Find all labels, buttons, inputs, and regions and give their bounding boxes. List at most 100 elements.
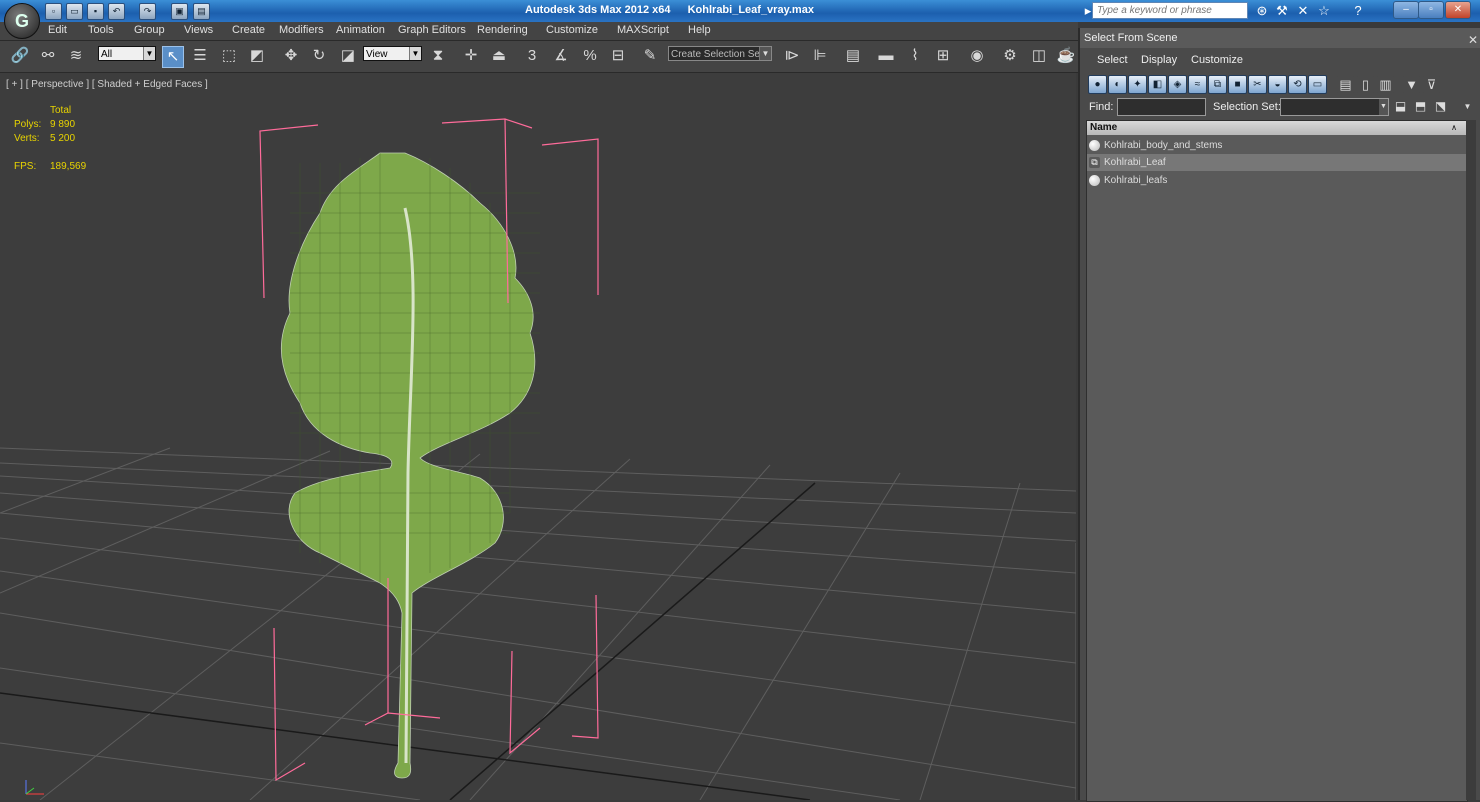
name-column-header[interactable]: Name ∧ (1087, 121, 1467, 135)
graphite-ribbon-icon[interactable]: ▬ (876, 46, 896, 66)
menu-tools[interactable]: Tools (88, 24, 114, 36)
undo-icon[interactable]: ↶ (108, 3, 125, 20)
menu-help[interactable]: Help (688, 24, 711, 36)
scene-object-list[interactable]: Name ∧ Kohlrabi_body_and_stems ⧉ Kohlrab… (1086, 120, 1468, 802)
menu-maxscript[interactable]: MAXScript (617, 24, 669, 36)
menu-animation[interactable]: Animation (336, 24, 385, 36)
rectangular-selection-icon[interactable]: ⬚ (219, 46, 239, 66)
pivot-center-icon[interactable]: ⧗ (428, 46, 448, 66)
display-hidden-icon[interactable]: ▭ (1308, 75, 1327, 94)
display-xrefs-icon[interactable]: ■ (1228, 75, 1247, 94)
display-none-icon[interactable]: ▯ (1356, 75, 1375, 94)
material-editor-icon[interactable]: ◉ (967, 46, 987, 66)
new-icon[interactable]: ▫ (45, 3, 62, 20)
list-item[interactable]: ⧉ Kohlrabi_Leaf (1087, 154, 1467, 171)
display-shapes-icon[interactable]: ◐ (1108, 75, 1127, 94)
display-groups-icon[interactable]: ⧉ (1208, 75, 1227, 94)
menu-create[interactable]: Create (232, 24, 265, 36)
list-item[interactable]: Kohlrabi_leafs (1087, 172, 1467, 189)
save-icon[interactable]: ▪ (87, 3, 104, 20)
redo-icon[interactable]: ↷ (139, 3, 156, 20)
display-cameras-icon[interactable]: ◧ (1148, 75, 1167, 94)
select-none-icon[interactable]: ⬒ (1413, 99, 1428, 114)
subscription-icon[interactable]: ⚒ (1274, 3, 1290, 19)
options-arrow-icon[interactable]: ▼ (1460, 99, 1475, 114)
rotate-icon[interactable]: ↻ (309, 46, 329, 66)
window-crossing-icon[interactable]: ◩ (247, 46, 267, 66)
app-logo-icon[interactable]: G (4, 3, 40, 39)
selection-set-dropdown[interactable]: ▼ (1280, 98, 1389, 116)
find-input[interactable] (1117, 98, 1206, 116)
display-lights-icon[interactable]: ✦ (1128, 75, 1147, 94)
display-containers-icon[interactable]: ◒ (1268, 75, 1287, 94)
maximize-button[interactable]: ▫ (1418, 1, 1444, 19)
selection-filter-dropdown[interactable]: All ▼ (98, 46, 156, 61)
help-search-input[interactable]: Type a keyword or phrase (1092, 2, 1248, 19)
select-all-icon[interactable]: ⬓ (1393, 99, 1408, 114)
select-by-name-icon[interactable]: ☰ (190, 46, 210, 66)
menu-rendering[interactable]: Rendering (477, 24, 528, 36)
display-geometry-icon[interactable]: ● (1088, 75, 1107, 94)
curve-editor-icon[interactable]: ⌇ (905, 46, 925, 66)
communication-icon[interactable]: ✕ (1295, 3, 1311, 19)
snaps-toggle-icon[interactable]: 3 (522, 46, 542, 66)
display-space-warps-icon[interactable]: ≈ (1188, 75, 1207, 94)
move-icon[interactable]: ✥ (281, 46, 301, 66)
menu-graph-editors[interactable]: Graph Editors (398, 24, 466, 36)
dialog-menu-select[interactable]: Select (1097, 54, 1128, 66)
select-object-icon[interactable]: ↖ (162, 46, 184, 68)
display-all-icon[interactable]: ▤ (1336, 75, 1355, 94)
dialog-title: Select From Scene (1084, 32, 1178, 44)
edit-named-selection-icon[interactable]: ✎ (640, 46, 660, 66)
reference-coordinate-dropdown[interactable]: View ▼ (363, 46, 422, 61)
perspective-viewport[interactable]: [ + ] [ Perspective ] [ Shaded + Edged F… (0, 73, 1076, 800)
layer-manager-icon[interactable]: ▤ (843, 46, 863, 66)
unlink-icon[interactable]: ⚯ (38, 46, 58, 66)
display-frozen-icon[interactable]: ⟲ (1288, 75, 1307, 94)
bind-space-warp-icon[interactable]: ≋ (66, 46, 86, 66)
named-selection-dropdown[interactable]: Create Selection Se ▼ (668, 46, 772, 61)
menu-group[interactable]: Group (134, 24, 165, 36)
kohlrabi-leaf-model[interactable] (280, 152, 540, 779)
spinner-snap-icon[interactable]: ⊟ (608, 46, 628, 66)
find-row: Find: Selection Set: ▼ ⬓ ⬒ ⬔ ▼ (1080, 98, 1480, 118)
mirror-icon[interactable]: ⧐ (782, 46, 802, 66)
scene-canvas[interactable] (0, 73, 1076, 800)
select-invert-icon[interactable]: ⬔ (1433, 99, 1448, 114)
display-helpers-icon[interactable]: ◈ (1168, 75, 1187, 94)
render-production-icon[interactable]: ☕ (1056, 46, 1076, 66)
render-frame-icon[interactable]: ◫ (1029, 46, 1049, 66)
menu-views[interactable]: Views (184, 24, 213, 36)
menu-customize[interactable]: Customize (546, 24, 598, 36)
schematic-view-icon[interactable]: ⊞ (933, 46, 953, 66)
render-setup-icon[interactable]: ⚙ (1000, 46, 1020, 66)
open-icon[interactable]: ▭ (66, 3, 83, 20)
list-scrollbar[interactable] (1466, 120, 1476, 800)
display-bones-icon[interactable]: ✂ (1248, 75, 1267, 94)
dialog-menu-customize[interactable]: Customize (1191, 54, 1243, 66)
filter-list-icon[interactable]: ⊽ (1422, 75, 1441, 94)
project-folder-icon[interactable]: ▣ (171, 3, 188, 20)
dialog-menu-display[interactable]: Display (1141, 54, 1177, 66)
workspace-icon[interactable]: ▤ (193, 3, 210, 20)
minimize-button[interactable]: – (1393, 1, 1419, 19)
binoculars-icon[interactable]: ⊛ (1254, 3, 1270, 19)
list-item[interactable]: Kohlrabi_body_and_stems (1087, 137, 1467, 154)
percent-snap-icon[interactable]: % (580, 46, 600, 66)
dialog-close-icon[interactable]: ✕ (1468, 30, 1478, 50)
menu-modifiers[interactable]: Modifiers (279, 24, 324, 36)
select-manipulate-icon[interactable]: ✛ (461, 46, 481, 66)
keyboard-shortcut-icon[interactable]: ⏏ (489, 46, 509, 66)
menu-edit[interactable]: Edit (48, 24, 67, 36)
scale-icon[interactable]: ◪ (338, 46, 358, 66)
angle-snap-icon[interactable]: ∡ (551, 46, 571, 66)
filter-icon[interactable]: ▼ (1402, 75, 1421, 94)
viewport-label[interactable]: [ + ] [ Perspective ] [ Shaded + Edged F… (6, 79, 208, 90)
favorites-icon[interactable]: ☆ (1316, 3, 1332, 19)
help-icon[interactable]: ? (1350, 3, 1366, 19)
stats-total-label: Total (50, 105, 72, 116)
link-icon[interactable]: 🔗 (10, 46, 30, 66)
display-invert-icon[interactable]: ▥ (1376, 75, 1395, 94)
align-icon[interactable]: ⊫ (810, 46, 830, 66)
close-button[interactable]: ✕ (1445, 1, 1471, 19)
